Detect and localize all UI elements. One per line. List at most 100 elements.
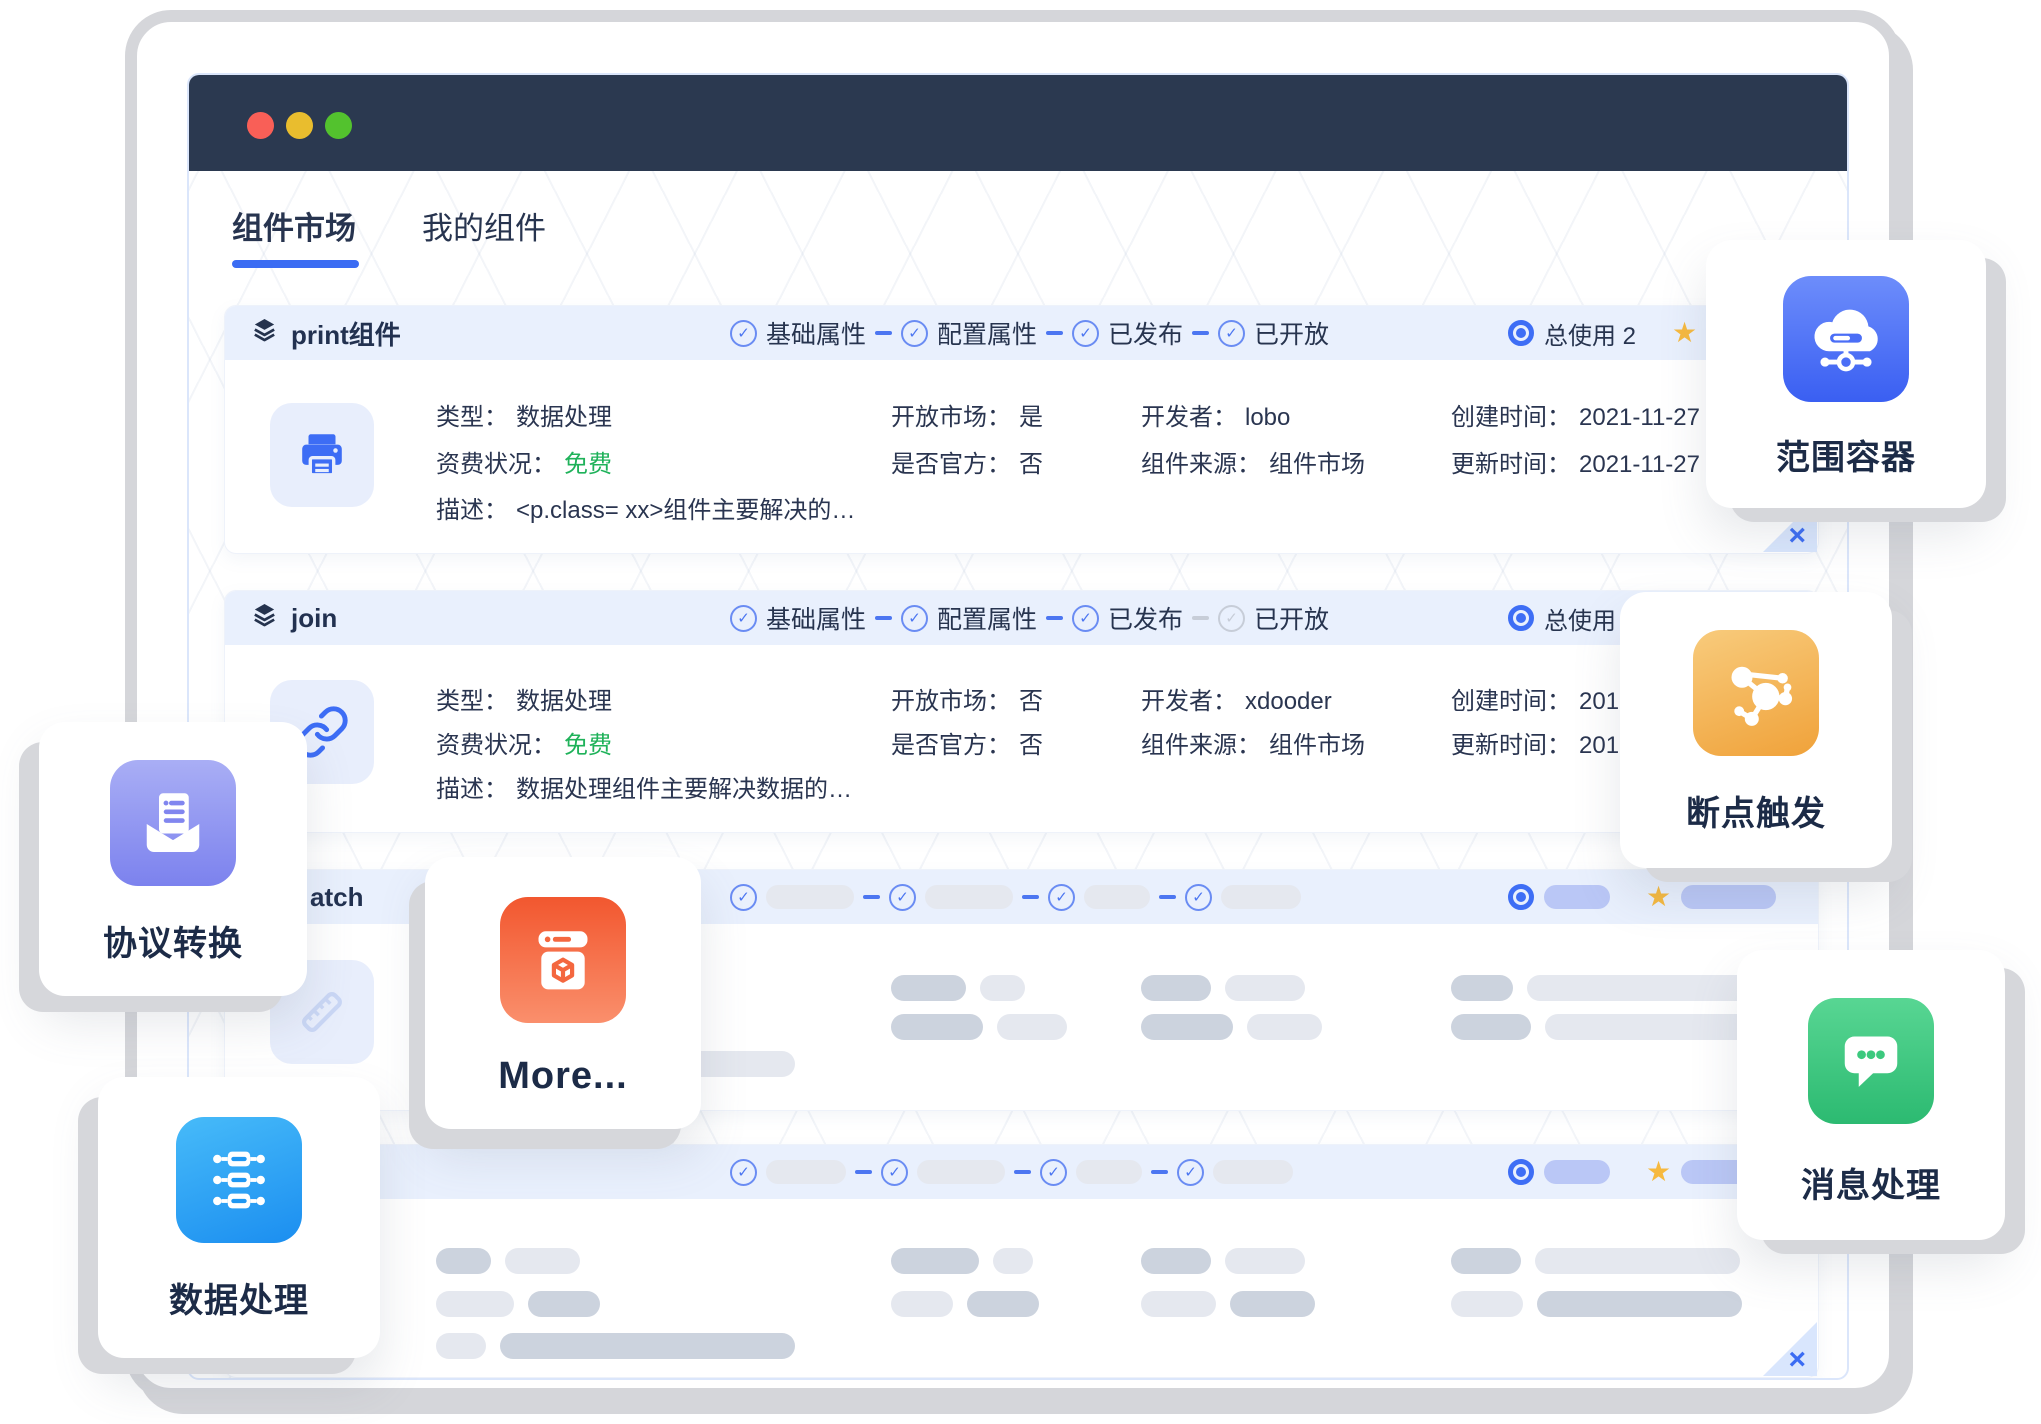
step-dash: [855, 1170, 872, 1174]
step-dash: [1046, 616, 1063, 620]
step-dash: [1192, 331, 1209, 335]
card-title: print组件: [291, 315, 401, 352]
usage-count: 总使用 2: [1544, 316, 1636, 351]
check-circle-icon: ✓: [901, 605, 928, 632]
field-value: 否: [1019, 731, 1043, 761]
field-value: xdooder: [1245, 687, 1332, 717]
step-dash: [875, 331, 892, 335]
active-tab-underline: [232, 260, 359, 268]
check-circle-icon: ✓: [881, 1159, 908, 1186]
feature-card-scope-container[interactable]: 范围容器: [1706, 240, 1986, 508]
field-label: 开放市场：: [891, 403, 1011, 433]
molecule-icon: [1693, 630, 1819, 756]
feature-card-more[interactable]: More...: [425, 857, 701, 1129]
window-close-dot-icon[interactable]: [247, 112, 274, 139]
window-titlebar: [189, 75, 1847, 171]
inbox-document-icon: [110, 760, 236, 886]
field-value: 组件市场: [1269, 731, 1365, 761]
rating-star-icon: ★: [1672, 319, 1697, 347]
step-dash: [1151, 1170, 1168, 1174]
check-circle-icon: ✓: [730, 1159, 757, 1186]
field-label: 创建时间：: [1451, 403, 1571, 433]
card-header-band: join ✓基础属性 ✓配置属性 ✓已发布 ✓已开放 总使用 6 ★: [225, 591, 1818, 645]
component-card-print[interactable]: print组件 ✓基础属性 ✓配置属性 ✓已发布 ✓已开放 总使用 2 ★ 总评: [224, 305, 1819, 554]
feature-card-protocol-conversion[interactable]: 协议转换: [39, 722, 307, 996]
check-circle-icon: ✓: [1218, 320, 1245, 347]
step-label: 基础属性: [766, 600, 866, 636]
field-label: 开发者：: [1141, 687, 1237, 717]
field-value: 数据处理组件主要解决数据的…: [516, 775, 852, 805]
field-label: 类型：: [436, 687, 508, 717]
field-value: 数据处理: [516, 687, 612, 717]
field-label: 组件来源：: [1141, 731, 1261, 761]
feature-label: 数据处理: [169, 1273, 309, 1322]
tab-component-market[interactable]: 组件市场: [232, 203, 356, 248]
usage-eye-icon: [1508, 1159, 1534, 1185]
step-label: 已开放: [1254, 315, 1329, 351]
rating-star-icon: ★: [1646, 883, 1671, 911]
status-steps-skeleton: ✓ ✓ ✓ ✓: [730, 1145, 1293, 1199]
step-dash: [1022, 895, 1039, 899]
step-label: 已开放: [1254, 600, 1329, 636]
close-icon[interactable]: ×: [1788, 521, 1806, 551]
card-title: join: [291, 603, 337, 634]
step-dash: [1159, 895, 1176, 899]
card-stats-skeleton: ★: [1508, 870, 1776, 924]
field-value-free: 免费: [564, 731, 612, 761]
card-stats-skeleton: ★: [1508, 1145, 1776, 1199]
check-circle-icon: ✓: [730, 320, 757, 347]
check-circle-icon: ✓: [1177, 1159, 1204, 1186]
component-card-skeleton-2[interactable]: ✓ ✓ ✓ ✓ ★: [224, 1144, 1819, 1378]
field-value: 组件市场: [1269, 450, 1365, 480]
field-label: 描述：: [436, 775, 508, 805]
field-value: 否: [1019, 687, 1043, 717]
card-header-band: ✓ ✓ ✓ ✓ ★: [225, 1145, 1818, 1199]
check-circle-icon: ✓: [901, 320, 928, 347]
step-label: 基础属性: [766, 315, 866, 351]
check-circle-icon: ✓: [730, 605, 757, 632]
browser-window: 组件市场 我的组件 print组件 ✓ 基础属性 ✓ 配置属性 ✓ 已发布: [187, 73, 1849, 1380]
step-dash: [1192, 616, 1209, 620]
feature-card-breakpoint-trigger[interactable]: 断点触发: [1620, 592, 1892, 868]
window-minimize-dot-icon[interactable]: [286, 112, 313, 139]
field-label: 更新时间：: [1451, 450, 1571, 480]
feature-label: 断点触发: [1686, 786, 1826, 835]
component-card-join[interactable]: join ✓基础属性 ✓配置属性 ✓已发布 ✓已开放 总使用 6 ★: [224, 590, 1819, 833]
field-label: 描述：: [436, 496, 508, 526]
layers-icon: [250, 316, 279, 350]
field-label: 资费状况：: [436, 450, 556, 480]
layers-icon: [250, 601, 279, 635]
field-value: <p.class= xx>组件主要解决的…: [516, 496, 855, 526]
status-steps: ✓ 基础属性 ✓ 配置属性 ✓ 已发布 ✓ 已开放: [730, 591, 1329, 645]
page: 组件市场 我的组件 print组件 ✓ 基础属性 ✓ 配置属性 ✓ 已发布: [0, 0, 2041, 1424]
usage-eye-icon: [1508, 605, 1534, 631]
tab-my-components[interactable]: 我的组件: [422, 203, 546, 248]
step-label: 已发布: [1108, 315, 1183, 351]
field-value-free: 免费: [564, 450, 612, 480]
check-circle-icon: ✓: [1048, 884, 1075, 911]
check-circle-gray-icon: ✓: [1218, 605, 1245, 632]
step-label: 已发布: [1108, 600, 1183, 636]
check-circle-icon: ✓: [1072, 320, 1099, 347]
card-title-partial: atch: [310, 882, 363, 913]
card-header-band: print组件 ✓基础属性 ✓配置属性 ✓已发布 ✓已开放 总使用 2 ★ 总评: [225, 306, 1818, 360]
check-circle-icon: ✓: [1072, 605, 1099, 632]
step-dash: [875, 616, 892, 620]
field-label: 是否官方：: [891, 731, 1011, 761]
field-value: 是: [1019, 403, 1043, 433]
step-dash: [863, 895, 880, 899]
check-circle-icon: ✓: [889, 884, 916, 911]
field-value: lobo: [1245, 403, 1290, 433]
feature-card-data-processing[interactable]: 数据处理: [98, 1077, 380, 1358]
close-icon[interactable]: ×: [1788, 1345, 1806, 1375]
feature-label: 范围容器: [1776, 430, 1916, 479]
field-label: 更新时间：: [1451, 731, 1571, 761]
check-circle-icon: ✓: [1185, 884, 1212, 911]
step-label: 配置属性: [937, 600, 1037, 636]
step-label: 配置属性: [937, 315, 1037, 351]
field-label: 资费状况：: [436, 731, 556, 761]
window-maximize-dot-icon[interactable]: [325, 112, 352, 139]
feature-card-message-processing[interactable]: 消息处理: [1737, 950, 2005, 1240]
field-label: 开放市场：: [891, 687, 1011, 717]
feature-label: 协议转换: [103, 916, 243, 965]
